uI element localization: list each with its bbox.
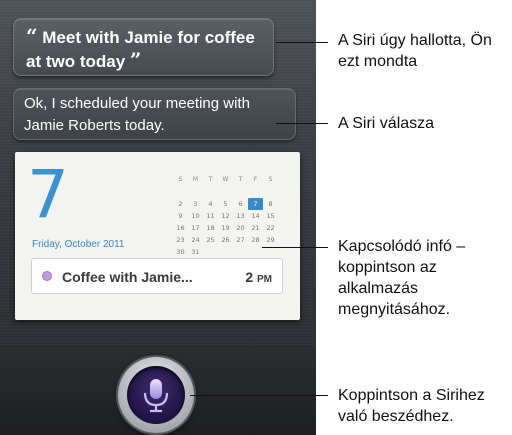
calendar-day: 22 — [266, 224, 275, 232]
calendar-day: 29 — [266, 236, 275, 244]
open-quote: “ — [26, 24, 38, 48]
calendar-week-row: 23 24 25 26 27 28 29 — [173, 234, 293, 246]
calendar-day: 11 — [206, 212, 215, 220]
calendar-day: 10 — [191, 212, 200, 220]
calendar-day: 16 — [176, 224, 185, 232]
calendar-day: 25 — [206, 236, 215, 244]
calendar-day: 30 — [176, 248, 185, 256]
calendar-day — [218, 246, 233, 258]
mini-calendar: S M T W T F S 2 3 4 5 6 7 8 9 10 11 12 13 14 15 16 17 18… — [173, 174, 293, 258]
mic-button-face — [127, 366, 185, 424]
calendar-day: 17 — [191, 224, 200, 232]
calendar-day: 31 — [191, 248, 200, 256]
calendar-day — [248, 186, 263, 198]
reply-text: Ok, I scheduled your meeting with Jamie … — [24, 95, 250, 134]
weekday-header-row: S M T W T F S — [173, 174, 293, 186]
callout-mic: Koppintson a Sirihez való beszédhez. — [338, 387, 485, 425]
calendar-day: 5 — [223, 200, 228, 208]
calendar-day: 13 — [236, 212, 245, 220]
heard-speech-bubble[interactable]: “ Meet with Jamie for coffee at two toda… — [13, 18, 274, 76]
calendar-day — [233, 186, 248, 198]
calendar-week-row: 9 10 11 12 13 14 15 — [173, 210, 293, 222]
callout-answer: A Siri válasza — [338, 115, 435, 132]
day-number: 7 — [27, 156, 69, 233]
calendar-day: 2 — [178, 200, 183, 208]
leader-line-answer — [276, 123, 328, 124]
event-title: Coffee with Jamie... — [62, 269, 193, 285]
microphone-icon — [143, 379, 169, 413]
calendar-day: 27 — [236, 236, 245, 244]
calendar-day: 3 — [193, 200, 198, 208]
calendar-day: 15 — [266, 212, 275, 220]
calendar-week-row — [173, 186, 293, 198]
weekday-header: F — [253, 176, 258, 183]
callout-heard: A Siri úgy hallotta, Ön ezt mondta — [338, 32, 492, 70]
weekday-header: W — [222, 176, 229, 183]
leader-line-info — [262, 247, 328, 248]
weekday-header: S — [178, 176, 183, 183]
callout-info: Kapcsolódó infó – koppintson az alkalmaz… — [338, 238, 466, 318]
weekday-header: M — [192, 176, 199, 183]
event-row[interactable]: Coffee with Jamie... 2 PM — [31, 258, 283, 294]
siri-reply-bubble: Ok, I scheduled your meeting with Jamie … — [13, 88, 296, 140]
calendar-day: 4 — [208, 200, 213, 208]
calendar-day: 28 — [251, 236, 260, 244]
calendar-week-row: 2 3 4 5 678 — [173, 198, 293, 210]
calendar-day — [203, 246, 218, 258]
leader-line-mic — [190, 395, 328, 396]
calendar-week-row: 16 17 18 19 20 21 22 — [173, 222, 293, 234]
calendar-day — [263, 186, 278, 198]
calendar-day — [233, 246, 248, 258]
calendar-card[interactable]: 7 Friday, October 2011 S M T W T F S 234… — [15, 152, 300, 320]
siri-screen: “ Meet with Jamie for coffee at two toda… — [0, 0, 316, 435]
weekday-header: S — [268, 176, 273, 183]
calendar-day-selected: 7 — [248, 198, 263, 210]
calendar-day: 19 — [221, 224, 230, 232]
calendar-day: 14 — [251, 212, 260, 220]
calendar-day: 8 — [268, 200, 273, 208]
calendar-day: 26 — [221, 236, 230, 244]
calendar-day: 23 — [176, 236, 185, 244]
calendar-day: 9 — [178, 212, 183, 220]
siri-mic-button[interactable] — [118, 357, 194, 433]
calendar-day — [218, 186, 233, 198]
date-label: Friday, October 2011 — [32, 239, 125, 250]
close-quote: ” — [129, 48, 142, 72]
calendar-day: 6 — [238, 200, 243, 208]
event-time: 2 PM — [245, 269, 272, 285]
calendar-day: 18 — [206, 224, 215, 232]
event-color-dot — [42, 271, 52, 281]
calendar-day: 12 — [221, 212, 230, 220]
calendar-day — [248, 246, 263, 258]
calendar-day — [173, 186, 188, 198]
weekday-header: T — [238, 176, 243, 183]
event-time-hour: 2 — [245, 269, 254, 285]
calendar-day: 21 — [251, 224, 260, 232]
calendar-day: 20 — [236, 224, 245, 232]
leader-line-heard — [276, 42, 328, 43]
weekday-header: T — [208, 176, 213, 183]
calendar-day — [188, 186, 203, 198]
calendar-day — [203, 186, 218, 198]
calendar-day: 24 — [191, 236, 200, 244]
event-time-suffix: PM — [257, 274, 272, 285]
